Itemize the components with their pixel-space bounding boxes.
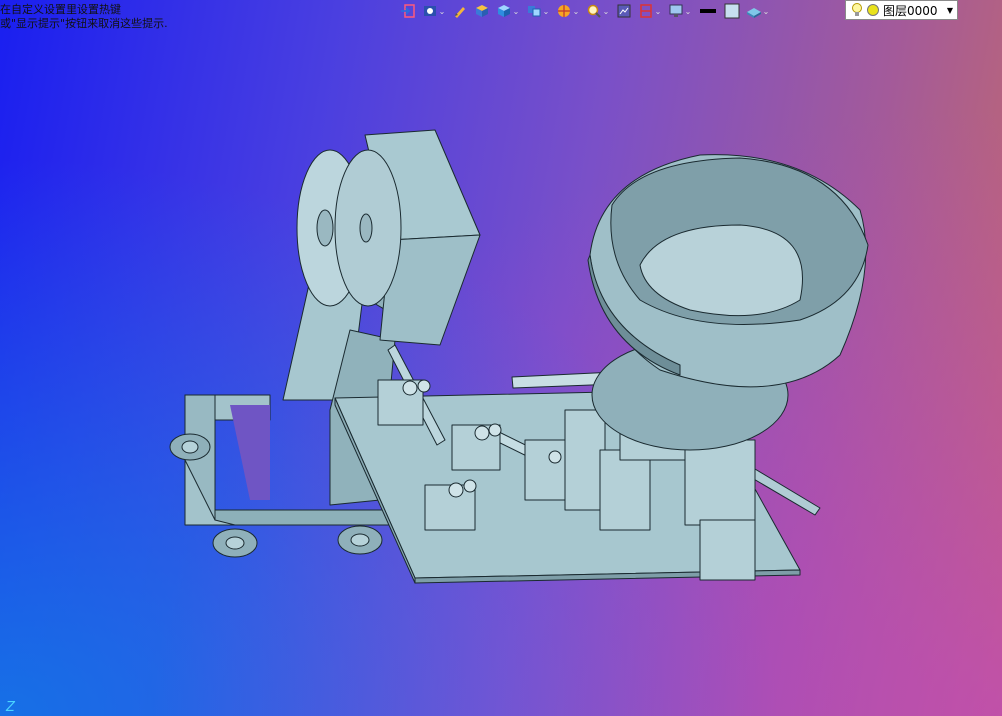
render-button[interactable]: ⌄: [554, 1, 582, 21]
render-icon: [558, 5, 570, 17]
section-button[interactable]: ⌄: [636, 1, 664, 21]
chevron-down-icon: ⌄: [438, 6, 446, 16]
layer-name: 图层0000: [883, 3, 938, 18]
chevron-down-icon: ⌄: [572, 6, 580, 16]
vibratory-bowl: [587, 154, 869, 451]
layer-color-dot-icon: [867, 4, 879, 16]
zoom-icon: [587, 4, 601, 18]
exit-icon: [401, 4, 415, 18]
layer-select[interactable]: 图层0000 ▼: [845, 0, 958, 20]
view-button[interactable]: ⌄: [420, 1, 448, 21]
fill-color-icon: [724, 3, 740, 19]
view-icon: [424, 6, 436, 16]
hint-text: 在自定义设置里设置热键 或"显示提示"按钮来取消这些提示.: [0, 3, 168, 31]
hint-line-2: 或"显示提示"按钮来取消这些提示.: [0, 17, 168, 30]
chevron-down-icon: ⌄: [654, 6, 662, 16]
section-icon: [640, 4, 652, 18]
chevron-down-icon: ⌄: [762, 6, 770, 16]
cube-button[interactable]: ⌄: [494, 1, 522, 21]
surface-icon: [747, 8, 761, 18]
layer-box-button[interactable]: [472, 1, 492, 21]
lightbulb-icon: [852, 3, 862, 16]
dropdown-arrow-icon: ▼: [946, 5, 954, 15]
zoom-button[interactable]: ⌄: [584, 1, 612, 21]
views-icon: [528, 6, 541, 17]
chevron-down-icon: ⌄: [684, 6, 692, 16]
chevron-down-icon: ⌄: [542, 6, 550, 16]
monitor-icon: [669, 4, 683, 17]
line-color-icon: [700, 9, 716, 13]
chevron-down-icon: ⌄: [512, 6, 520, 16]
monitor-button[interactable]: ⌄: [666, 1, 694, 21]
sketch-button[interactable]: [450, 1, 470, 21]
display-icon: [617, 4, 631, 18]
hint-line-1: 在自定义设置里设置热键: [0, 3, 121, 16]
toolbar: ⌄ ⌄ ⌄ ⌄ ⌄ ⌄ ⌄ ⌄: [398, 0, 772, 22]
surface-button[interactable]: ⌄: [744, 1, 772, 21]
pen-icon: [455, 7, 465, 18]
axis-indicator: Z: [6, 700, 15, 715]
chevron-down-icon: ⌄: [602, 6, 610, 16]
3d-viewport[interactable]: [0, 0, 1002, 716]
spool-reel: [296, 149, 402, 307]
display-button[interactable]: [614, 1, 634, 21]
fill-color-button[interactable]: [722, 1, 742, 21]
views-button[interactable]: ⌄: [524, 1, 552, 21]
layer-box-icon: [476, 5, 488, 17]
line-color-button[interactable]: [696, 1, 720, 21]
exit-button[interactable]: [398, 1, 418, 21]
cube-icon: [498, 5, 510, 17]
